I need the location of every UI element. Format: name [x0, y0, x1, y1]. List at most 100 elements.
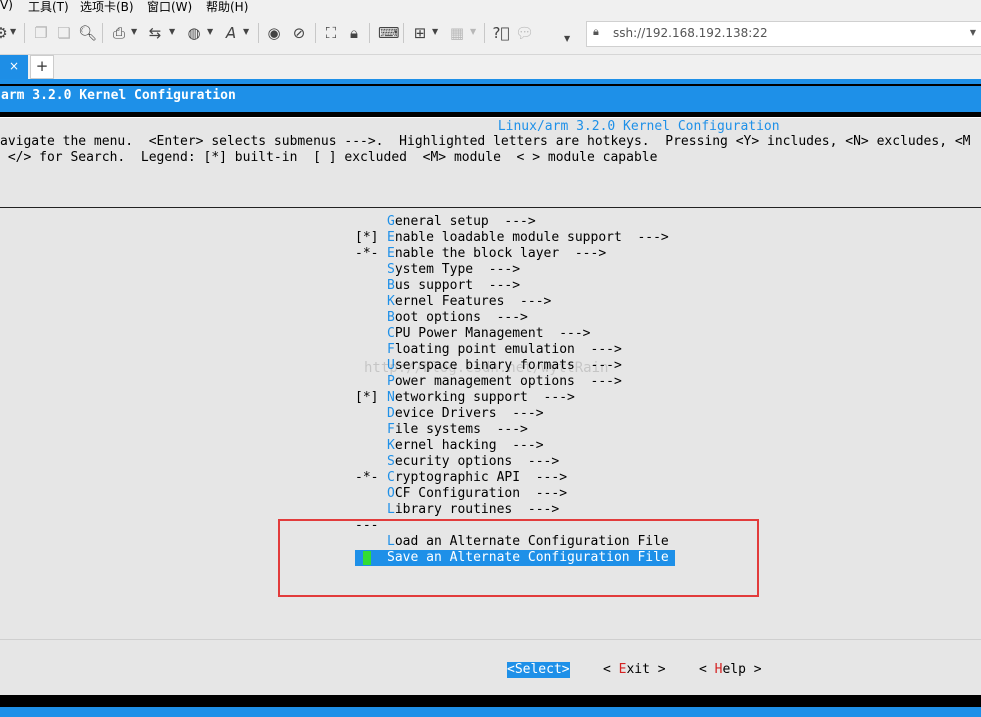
menu-window[interactable]: 窗口(W): [147, 0, 192, 15]
item-label: ibrary routines --->: [394, 502, 560, 517]
chevron-down-icon[interactable]: ▼: [243, 27, 249, 36]
chevron-down-icon[interactable]: ▼: [131, 27, 137, 36]
item-status-mark: -*-: [355, 246, 379, 261]
item-label: oot options --->: [394, 310, 528, 325]
add-tab-button[interactable]: +: [30, 55, 54, 79]
hotkey-letter: E: [387, 246, 395, 261]
toolbar-divider: [258, 23, 259, 43]
item-status-mark: [*]: [355, 390, 379, 405]
chevron-down-icon[interactable]: ▼: [207, 27, 213, 36]
hotkey-letter: F: [387, 422, 395, 437]
divider: [0, 639, 981, 640]
xftp-icon[interactable]: ◉: [265, 24, 283, 42]
item-label: ecurity options --->: [394, 454, 560, 469]
chat-icon[interactable]: 💬︎: [515, 24, 534, 42]
menu-bar: V) 工具(T) 选项卡(B) 窗口(W) 帮助(H): [0, 0, 981, 14]
hotkey-letter: B: [387, 310, 395, 325]
lock-icon[interactable]: 🔒︎: [345, 24, 363, 42]
item-status-mark: -*-: [355, 470, 379, 485]
globe-icon[interactable]: ◍: [185, 24, 203, 42]
toolbar-divider: [403, 23, 404, 43]
xshell-icon[interactable]: ⊘: [290, 24, 308, 42]
item-label: ryptographic API --->: [394, 470, 568, 485]
divider: [0, 207, 981, 208]
item-label: loating point emulation --->: [394, 342, 622, 357]
terminal-app-title: arm 3.2.0 Kernel Configuration: [0, 86, 981, 108]
item-label: PU Power Management --->: [394, 326, 591, 341]
properties-icon[interactable]: ⚙: [0, 24, 10, 42]
highlight-annotation: [278, 519, 759, 597]
hotkey-letter: C: [387, 326, 395, 341]
watermark: http://blog.csdn.net/wyttRain: [364, 360, 609, 376]
item-label: evice Drivers --->: [394, 406, 544, 421]
item-label: ower management options --->: [394, 374, 622, 389]
menu-tools[interactable]: 工具(T): [28, 0, 69, 15]
find-icon[interactable]: 🔍︎: [78, 24, 97, 42]
toolbar-divider: [315, 23, 316, 43]
hotkey-letter: G: [387, 214, 395, 229]
transfer-icon[interactable]: ⇆: [146, 24, 164, 42]
dialog-title: Linux/arm 3.2.0 Kernel Configuration: [490, 119, 788, 135]
hotkey-letter: D: [387, 406, 395, 421]
hotkey-letter: N: [387, 390, 395, 405]
hotkey-letter: P: [387, 374, 395, 389]
hotkey-letter: F: [387, 342, 395, 357]
item-label: us support --->: [394, 278, 521, 293]
toolbar-divider: [24, 23, 25, 43]
font-icon[interactable]: 𝘈: [222, 24, 240, 42]
chevron-down-icon[interactable]: ▼: [169, 27, 175, 36]
lock-icon: 🔒︎: [593, 25, 599, 38]
toolbar-divider: [369, 23, 370, 43]
chevron-down-icon[interactable]: ▼: [564, 34, 570, 43]
paste-icon[interactable]: ❏: [55, 24, 73, 42]
divider: [0, 112, 981, 115]
address-input[interactable]: ssh://192.168.192.138:22: [613, 26, 768, 40]
chevron-down-icon[interactable]: ▼: [470, 27, 476, 36]
hotkey-letter: K: [387, 438, 395, 453]
fullscreen-icon[interactable]: ⛶: [322, 24, 340, 42]
hotkey-letter: K: [387, 294, 395, 309]
print-icon[interactable]: ⎙: [110, 24, 128, 42]
chevron-down-icon[interactable]: ▼: [432, 27, 438, 36]
toolbar-divider: [484, 23, 485, 43]
close-icon[interactable]: ×: [9, 59, 19, 73]
new-tab-icon[interactable]: ⊞: [411, 24, 429, 42]
item-label: CF Configuration --->: [394, 486, 568, 501]
menu-view[interactable]: V): [0, 0, 13, 12]
exit-button[interactable]: < Exit >: [603, 662, 666, 678]
select-button[interactable]: <Select>: [507, 662, 570, 678]
help-text-line-1: avigate the menu. <Enter> selects submen…: [0, 134, 971, 149]
chevron-down-icon[interactable]: ▼: [970, 28, 976, 37]
layout-icon[interactable]: ▦: [448, 24, 466, 42]
item-label: eneral setup --->: [394, 214, 536, 229]
item-label: ernel Features --->: [394, 294, 552, 309]
item-label: nable loadable module support --->: [394, 230, 669, 245]
item-label: ernel hacking --->: [394, 438, 544, 453]
item-label: nable the block layer --->: [394, 246, 607, 261]
help-button[interactable]: < Help >: [699, 662, 762, 678]
terminal-top-band: [0, 79, 981, 84]
item-status-mark: [*]: [355, 230, 379, 245]
help-text-line-2: </> for Search. Legend: [*] built-in [ ]…: [0, 150, 658, 165]
hotkey-letter: O: [387, 486, 395, 501]
item-label: ystem Type --->: [394, 262, 521, 277]
help-icon[interactable]: ?⃝: [492, 24, 510, 42]
toolbar-divider: [102, 23, 103, 43]
hotkey-letter: B: [387, 278, 395, 293]
item-label: ile systems --->: [394, 422, 528, 437]
hotkey-letter: E: [387, 230, 395, 245]
address-bar[interactable]: 🔒︎ ssh://192.168.192.138:22 ▼: [586, 21, 981, 47]
hotkey-letter: C: [387, 470, 395, 485]
hotkey-letter: S: [387, 262, 395, 277]
copy-icon[interactable]: ❐: [32, 24, 50, 42]
tab-session[interactable]: ×: [0, 55, 28, 79]
item-label: etworking support --->: [394, 390, 575, 405]
tab-bar: × +: [0, 55, 981, 79]
hotkey-letter: L: [387, 502, 395, 517]
terminal-bottom: [0, 695, 981, 707]
menu-help[interactable]: 帮助(H): [206, 0, 248, 15]
terminal-bottom-band: [0, 707, 981, 717]
chevron-down-icon[interactable]: ▼: [10, 27, 16, 36]
menu-tabs[interactable]: 选项卡(B): [80, 0, 134, 15]
keyboard-icon[interactable]: ⌨: [378, 24, 400, 42]
